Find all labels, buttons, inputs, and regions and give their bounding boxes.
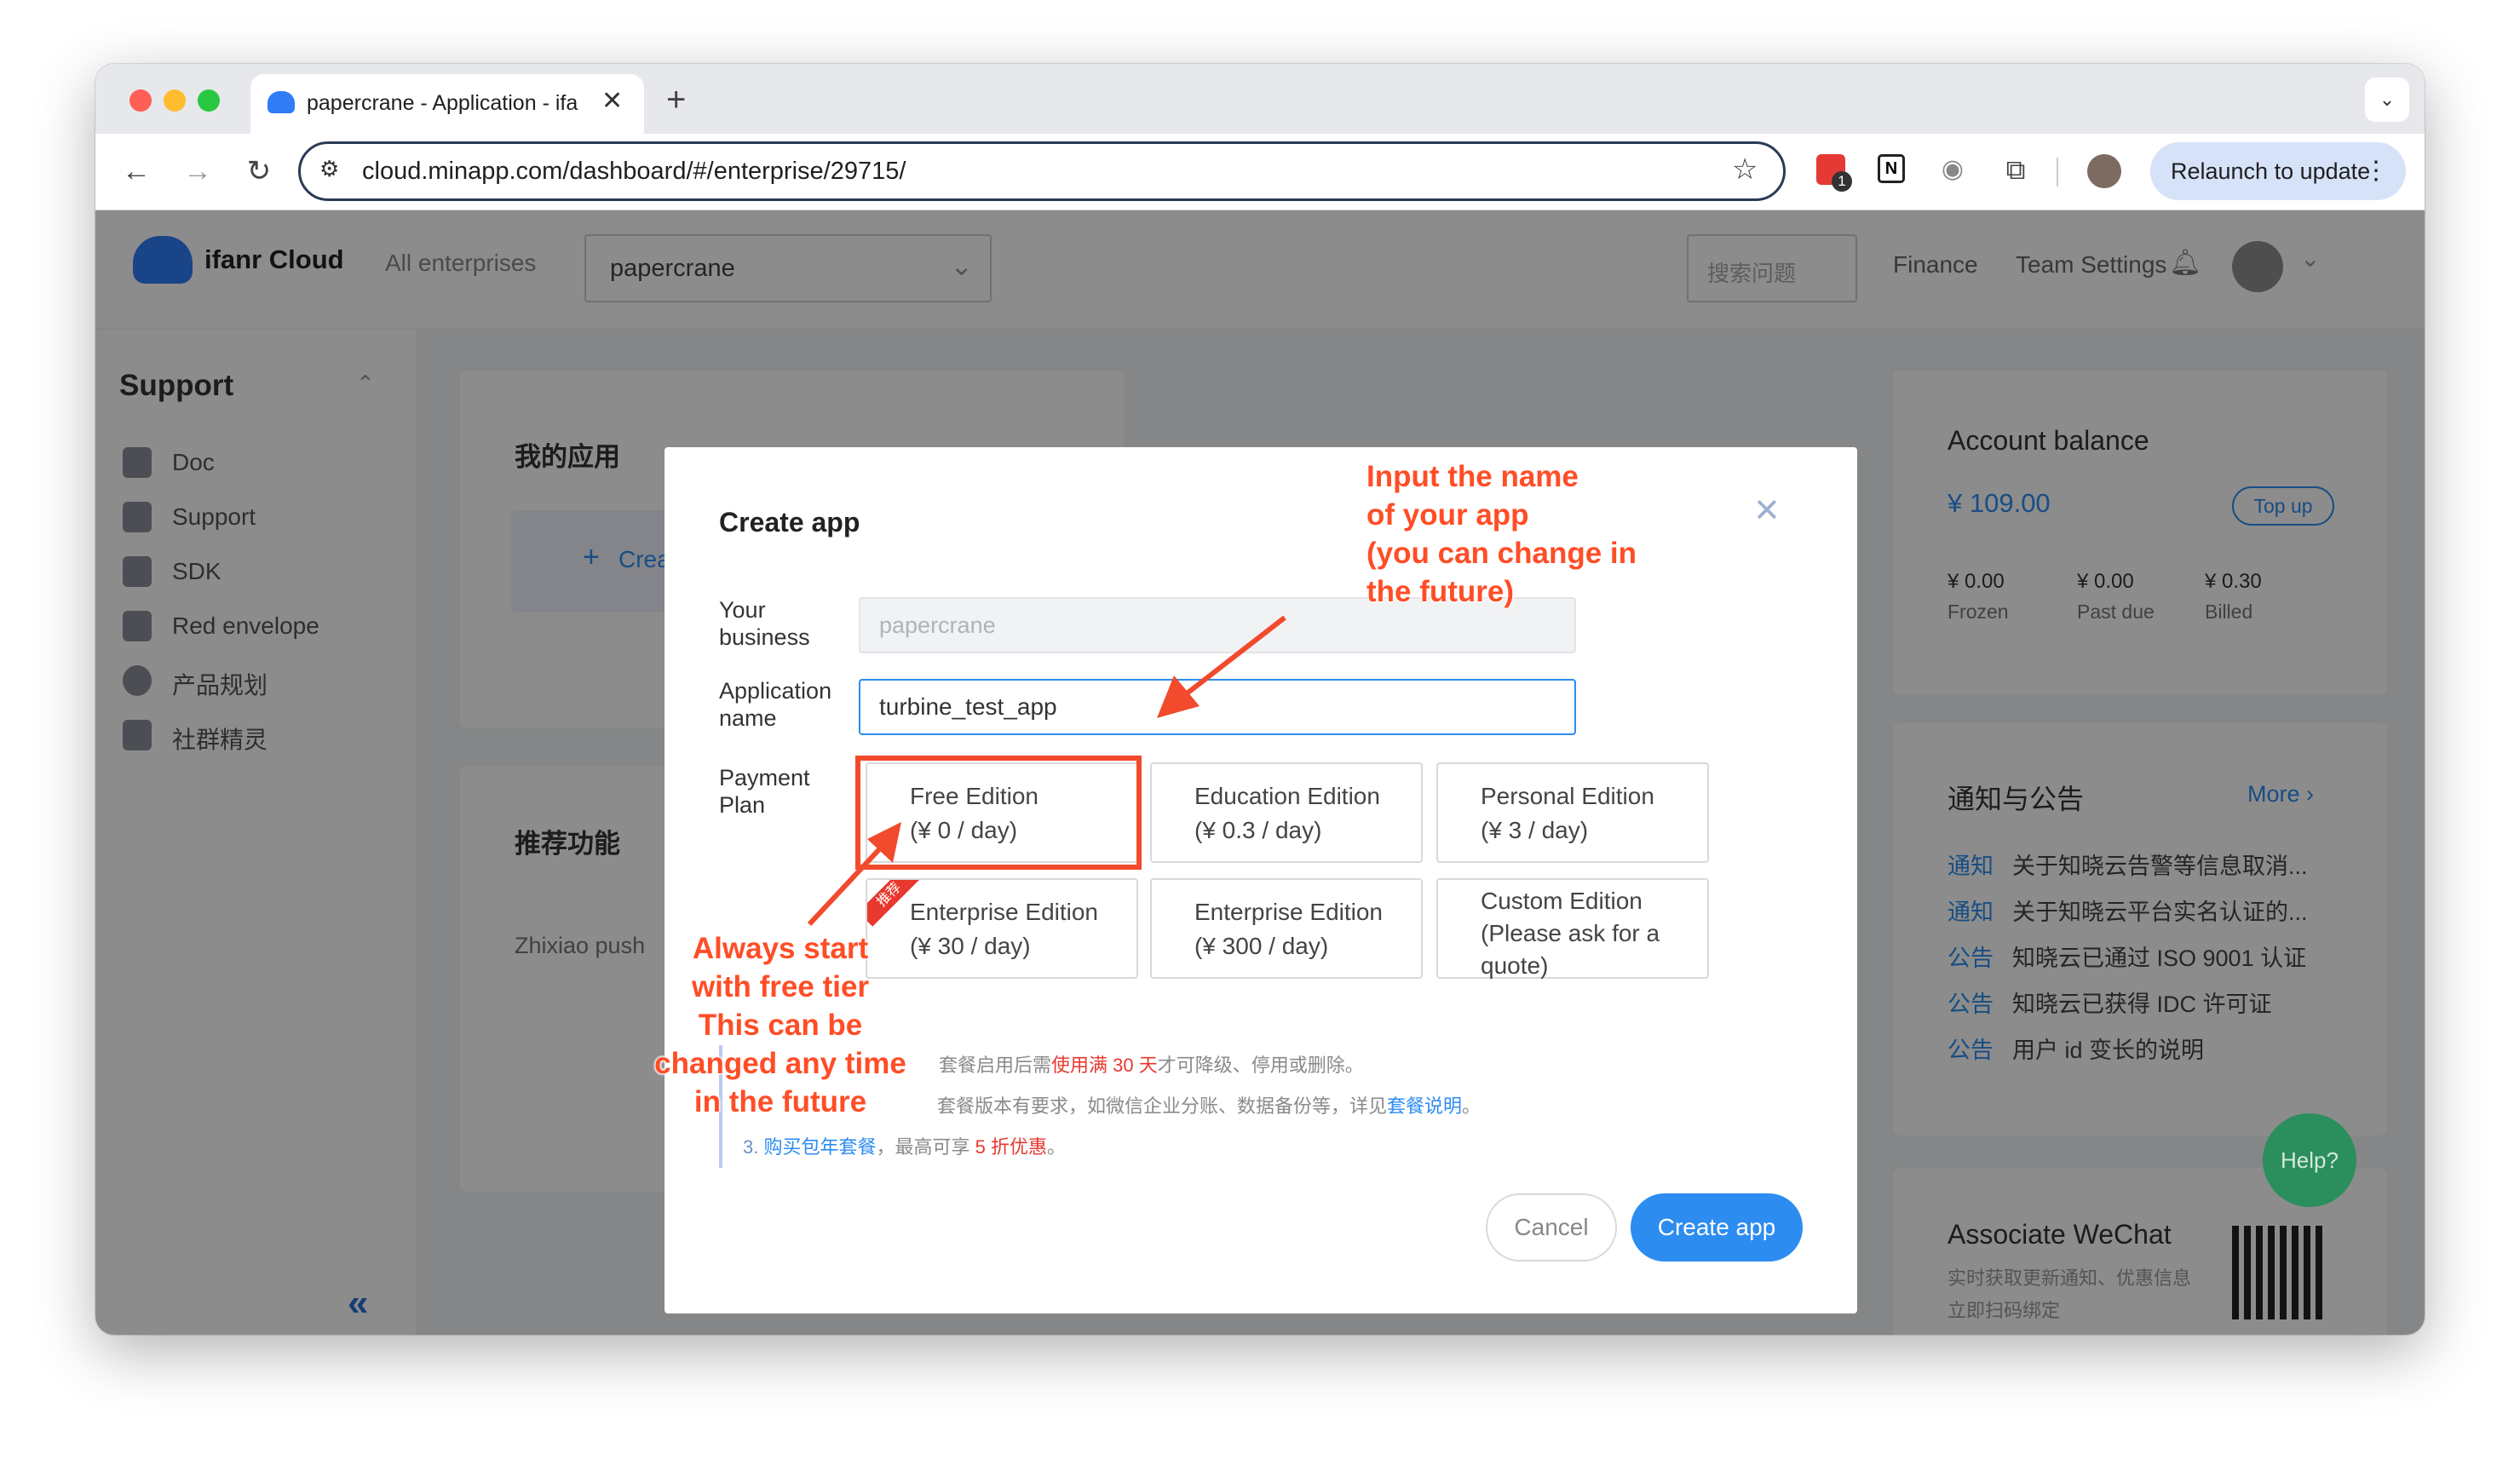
annotation-line: of your app bbox=[1366, 498, 1529, 532]
tab-search-button[interactable]: ⌄ bbox=[2365, 78, 2409, 122]
plan-price: (¥ 3 / day) bbox=[1481, 817, 1589, 843]
relaunch-label: Relaunch to update bbox=[2171, 158, 2371, 184]
close-window-button[interactable] bbox=[129, 89, 152, 112]
back-icon[interactable]: ← bbox=[118, 154, 155, 188]
annotation-line: (you can change in bbox=[1366, 537, 1637, 570]
plan-price: (Please ask for a quote) bbox=[1481, 920, 1660, 979]
note-highlight: 使用满 30 天 bbox=[1051, 1055, 1158, 1076]
annotation-input-hint: Input the name of your app (you can chan… bbox=[1366, 457, 1724, 611]
annual-plan-link[interactable]: 购买包年套餐 bbox=[763, 1136, 876, 1158]
address-bar[interactable]: ⚙ cloud.minapp.com/dashboard/#/enterpris… bbox=[298, 141, 1786, 201]
tab-active[interactable]: papercrane - Application - ifa ✕ bbox=[250, 74, 644, 135]
extensions-puzzle-icon[interactable]: ⧉ bbox=[1997, 152, 2034, 187]
plan-label: Payment Plan bbox=[719, 765, 810, 818]
annotation-line: in the future bbox=[693, 1085, 867, 1118]
note-text: ，最高可享 bbox=[876, 1136, 975, 1158]
note-line-1: 套餐启用后需使用满 30 天才可降级、停用或删除。 bbox=[939, 1050, 1364, 1078]
close-tab-icon[interactable]: ✕ bbox=[601, 86, 623, 116]
plan-option-enterprise-300[interactable]: Enterprise Edition (¥ 300 / day) bbox=[1150, 878, 1423, 979]
business-field-value: papercrane bbox=[879, 612, 996, 638]
plan-name: Personal Edition bbox=[1481, 783, 1654, 809]
plan-price: (¥ 0.3 / day) bbox=[1194, 817, 1322, 843]
site-info-icon[interactable]: ⚙ bbox=[319, 156, 339, 182]
plan-name: Custom Edition bbox=[1481, 888, 1643, 914]
annotation-line: the future) bbox=[1366, 575, 1515, 608]
name-label: Application name bbox=[719, 678, 832, 731]
ifanr-cloud-favicon-icon bbox=[268, 91, 295, 113]
cancel-button[interactable]: Cancel bbox=[1486, 1193, 1617, 1262]
create-app-button[interactable]: Create app bbox=[1631, 1193, 1803, 1262]
annotation-line: with free tier bbox=[691, 970, 870, 1003]
profile-avatar[interactable] bbox=[2087, 154, 2121, 188]
plan-price: (¥ 0 / day) bbox=[910, 817, 1018, 843]
plan-name: Free Edition bbox=[910, 783, 1038, 809]
plan-option-custom[interactable]: Custom Edition (Please ask for a quote) bbox=[1436, 878, 1709, 979]
help-button[interactable]: Help? bbox=[2263, 1113, 2356, 1207]
minimize-window-button[interactable] bbox=[164, 89, 186, 112]
new-tab-button[interactable]: + bbox=[666, 81, 686, 119]
note-text: 套餐启用后需 bbox=[939, 1055, 1052, 1076]
relaunch-button[interactable]: Relaunch to update ⋮ bbox=[2150, 142, 2406, 200]
note-highlight: 5 折优惠 bbox=[975, 1136, 1047, 1158]
annotation-line: Always start bbox=[692, 932, 869, 965]
extension-calendar-icon[interactable]: 1 bbox=[1816, 154, 1852, 192]
plan-name: Enterprise Edition bbox=[1194, 899, 1384, 925]
dialog-title: Create app bbox=[719, 507, 860, 537]
plan-price: (¥ 30 / day) bbox=[910, 933, 1031, 959]
note-line-3: 3. 购买包年套餐，最高可享 5 折优惠。 bbox=[743, 1136, 1066, 1158]
plan-name: Enterprise Edition bbox=[910, 899, 1099, 925]
camera-extension-icon[interactable]: ◉ bbox=[1934, 152, 1971, 187]
toolbar-divider bbox=[2057, 158, 2058, 187]
plan-option-free[interactable]: Free Edition (¥ 0 / day) bbox=[866, 762, 1138, 863]
close-icon[interactable]: ✕ bbox=[1753, 491, 1781, 530]
extension-badge: 1 bbox=[1832, 171, 1852, 192]
url-text[interactable]: cloud.minapp.com/dashboard/#/enterprise/… bbox=[362, 158, 906, 186]
annotation-line: This can be bbox=[698, 1009, 863, 1042]
plan-price: (¥ 300 / day) bbox=[1194, 933, 1329, 959]
browser-window: papercrane - Application - ifa ✕ + ⌄ ← →… bbox=[95, 64, 2425, 1335]
note-text: 套餐版本有要求，如微信企业分账、数据备份等，详见 bbox=[937, 1095, 1388, 1117]
note-text: 才可降级、停用或删除。 bbox=[1157, 1055, 1364, 1076]
notion-extension-icon[interactable]: N bbox=[1878, 154, 1905, 183]
note-text: 3. bbox=[743, 1136, 764, 1158]
reload-icon[interactable]: ↻ bbox=[240, 154, 278, 188]
plan-docs-link[interactable]: 套餐说明 bbox=[1387, 1095, 1462, 1117]
more-menu-icon[interactable]: ⋮ bbox=[2363, 142, 2389, 200]
bookmark-star-icon[interactable]: ☆ bbox=[1732, 152, 1758, 187]
forward-icon[interactable]: → bbox=[179, 154, 216, 188]
app-name-value: turbine_test_app bbox=[879, 693, 1057, 720]
tab-title: papercrane - Application - ifa bbox=[307, 91, 578, 115]
plan-name: Education Edition bbox=[1194, 783, 1380, 809]
browser-toolbar: ← → ↻ ⚙ cloud.minapp.com/dashboard/#/ent… bbox=[95, 134, 2425, 210]
business-label: Your business bbox=[719, 597, 810, 650]
annotation-line: Input the name bbox=[1366, 460, 1579, 493]
plan-option-education[interactable]: Education Edition (¥ 0.3 / day) bbox=[1150, 762, 1423, 863]
zoom-window-button[interactable] bbox=[198, 89, 220, 112]
note-line-2: 套餐版本有要求，如微信企业分账、数据备份等，详见套餐说明。 bbox=[937, 1095, 1482, 1117]
plan-option-personal[interactable]: Personal Edition (¥ 3 / day) bbox=[1436, 762, 1709, 863]
page-content: ifanr Cloud All enterprises papercrane ⌄… bbox=[95, 210, 2425, 1335]
app-name-input[interactable]: turbine_test_app bbox=[859, 679, 1576, 735]
annotation-line: changed any time bbox=[654, 1047, 906, 1080]
tab-strip: papercrane - Application - ifa ✕ + ⌄ bbox=[95, 64, 2425, 135]
annotation-free-hint: Always start with free tier This can be … bbox=[644, 929, 917, 1121]
